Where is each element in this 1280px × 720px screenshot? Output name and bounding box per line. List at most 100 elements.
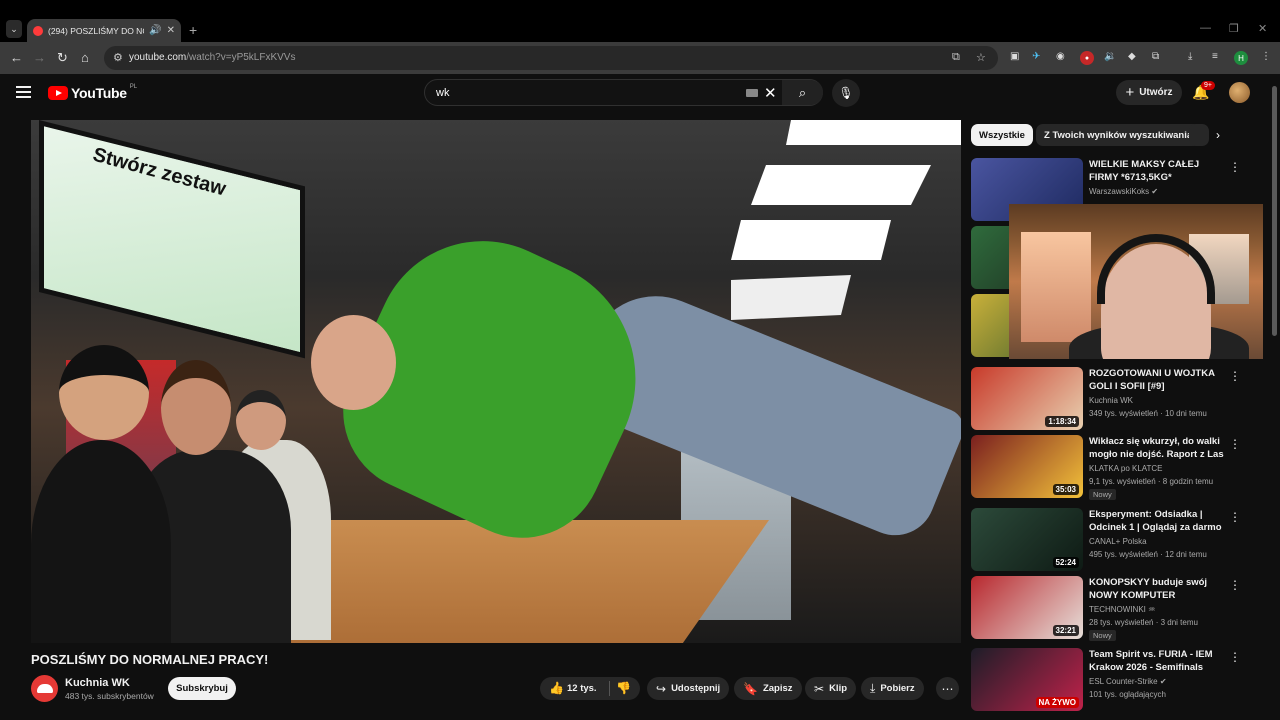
share-button[interactable]: ↪ Udostępnij <box>647 677 730 700</box>
shield-extension-icon[interactable]: ◉ <box>1056 51 1065 62</box>
chip-from-search[interactable]: Z Twoich wyników wyszukiwania <box>1036 124 1201 146</box>
channel-name[interactable]: Kuchnia WK <box>65 677 130 689</box>
home-icon[interactable]: ⌂ <box>81 50 89 65</box>
sound-extension-icon[interactable]: 🔉 <box>1104 51 1116 62</box>
recommendation-title[interactable]: WIELKIE MAKSY CAŁEJ FIRMY *6713,5KG* <box>1089 158 1231 184</box>
recommendation-title[interactable]: Team Spirit vs. FURIA - IEM Krakow 2026 … <box>1089 648 1231 674</box>
url-bar[interactable]: ⚙ youtube.com/watch?v=yP5kLFxKVVs ⧉ ☆ <box>104 46 998 70</box>
recommendation-channel[interactable]: ESL Counter-Strike ✔ <box>1089 677 1167 686</box>
channel-name-text: Kuchnia WK <box>1089 396 1134 405</box>
recommendation-channel[interactable]: WarszawskiKoks ✔ <box>1089 187 1158 196</box>
person-head <box>311 315 396 410</box>
dislike-icon[interactable]: 👎 <box>616 681 631 695</box>
diamond-extension-icon[interactable]: ◆ <box>1128 51 1136 62</box>
forward-icon[interactable]: → <box>33 50 46 65</box>
more-actions-icon[interactable]: ⋯ <box>936 677 959 700</box>
video-thumbnail[interactable]: 1:18:34 <box>971 367 1083 430</box>
chip-all[interactable]: Wszystkie <box>971 124 1033 146</box>
voice-search-button[interactable]: 🎙 <box>832 79 860 107</box>
video-thumbnail[interactable]: 32:21 <box>971 576 1083 639</box>
site-info-icon[interactable]: ⚙ <box>113 51 123 64</box>
video-player[interactable]: Stwórz zestaw <box>31 120 961 643</box>
maximize-icon[interactable]: ❐ <box>1229 22 1239 35</box>
recommendation-item[interactable]: NA ŻYWO Team Spirit vs. FURIA - IEM Krako… <box>971 648 1261 712</box>
translate-extension-icon[interactable]: ✈ <box>1032 51 1040 62</box>
keyboard-icon[interactable] <box>746 89 758 97</box>
recommendation-item[interactable]: 32:21 KONOPSKYY buduje swój NOWY KOMPUTER… <box>971 576 1261 641</box>
recommendation-meta: 9,1 tys. wyświetleń · 8 godzin temu <box>1089 477 1214 486</box>
duration-badge: 32:21 <box>1052 625 1079 636</box>
kebab-menu-icon[interactable]: ⋮ <box>1229 437 1241 451</box>
minimize-icon[interactable]: — <box>1200 22 1211 34</box>
save-button[interactable]: 🔖 Zapisz <box>734 677 802 700</box>
webcam-window-left <box>1021 232 1091 342</box>
kebab-menu-icon[interactable]: ⋮ <box>1229 160 1241 174</box>
recommendation-item[interactable]: 52:24 Eksperyment: Odsiadka | Odcinek 1 |… <box>971 508 1261 572</box>
video-thumbnail[interactable]: 35:03 <box>971 435 1083 498</box>
like-count[interactable]: 12 tys. <box>567 683 597 694</box>
channel-avatar[interactable] <box>31 675 58 702</box>
close-window-icon[interactable]: ✕ <box>1258 22 1267 35</box>
url-text: youtube.com/watch?v=yP5kLFxKVVs <box>129 52 296 63</box>
logo-text: YouTube <box>71 85 127 101</box>
extensions-puzzle-icon[interactable]: ⧉ <box>1152 51 1159 62</box>
youtube-logo[interactable]: YouTube PL <box>48 84 137 101</box>
extension-icon[interactable]: ▣ <box>1010 51 1019 62</box>
adblock-extension-icon[interactable]: ● <box>1080 51 1094 65</box>
subscribe-button[interactable]: Subskrybuj <box>168 677 236 700</box>
browser-menu-icon[interactable]: ⋮ <box>1261 51 1271 62</box>
downloads-icon[interactable]: ⤓ <box>1188 51 1192 62</box>
bookmark-star-icon[interactable]: ☆ <box>976 51 986 64</box>
bystander-1-head <box>59 345 149 440</box>
save-label: Zapisz <box>762 683 793 694</box>
download-icon: ⤓ <box>870 681 876 695</box>
recommendation-meta: 101 tys. oglądających <box>1089 690 1166 699</box>
install-app-icon[interactable]: ⧉ <box>952 51 960 64</box>
recommendation-item[interactable]: 1:18:34 ROZGOTOWANI U WOJTKA GOLI I SOFII… <box>971 367 1261 431</box>
bookmark-icon: 🔖 <box>743 681 758 696</box>
profile-avatar-icon[interactable]: H <box>1234 51 1248 65</box>
back-icon[interactable]: ← <box>10 50 23 65</box>
reload-icon[interactable]: ↻ <box>57 50 68 66</box>
kebab-menu-icon[interactable]: ⋮ <box>1229 578 1241 592</box>
recommendation-item[interactable]: 35:03 Wikłacz się wkurzył, do walki mogło… <box>971 435 1261 500</box>
recommendation-channel[interactable]: TECHNOWINKI ♒ <box>1089 605 1155 614</box>
video-thumbnail[interactable]: NA ŻYWO <box>971 648 1083 711</box>
download-label: Pobierz <box>880 683 915 694</box>
tab-audio-icon[interactable]: 🔊 <box>149 25 161 36</box>
notifications-button[interactable]: 🔔 9+ <box>1192 81 1215 101</box>
recommendation-channel[interactable]: KLATKA po KLATCE <box>1089 464 1163 473</box>
tab-close-icon[interactable]: ✕ <box>167 25 175 36</box>
recommendation-title[interactable]: Wikłacz się wkurzył, do walki mogło nie … <box>1089 435 1231 462</box>
tab-search-icon[interactable]: ⌄ <box>6 20 22 38</box>
webcam-overlay <box>1009 204 1263 359</box>
like-icon[interactable]: 👍 <box>549 681 564 695</box>
recommendation-title[interactable]: ROZGOTOWANI U WOJTKA GOLI I SOFII [#9] <box>1089 367 1231 393</box>
channel-name-text: KLATKA po KLATCE <box>1089 464 1163 473</box>
browser-tab[interactable]: (294) POSZLIŚMY DO NORM 🔊 ✕ <box>27 19 181 42</box>
chip-more[interactable] <box>1189 124 1209 146</box>
account-avatar[interactable] <box>1229 82 1250 103</box>
kebab-menu-icon[interactable]: ⋮ <box>1229 650 1241 664</box>
create-button[interactable]: + Utwórz <box>1116 80 1182 105</box>
video-thumbnail[interactable]: 52:24 <box>971 508 1083 571</box>
search-input[interactable]: wk <box>436 87 449 99</box>
chevron-right-icon[interactable]: › <box>1216 128 1220 142</box>
recommendation-channel[interactable]: CANAL+ Polska <box>1089 537 1147 546</box>
recommendation-channel[interactable]: Kuchnia WK <box>1089 396 1133 405</box>
kebab-menu-icon[interactable]: ⋮ <box>1229 369 1241 383</box>
clip-button[interactable]: ✂ Klip <box>805 677 857 700</box>
search-button[interactable]: ⌕ <box>782 80 823 105</box>
verified-icon: ✔ <box>1157 677 1167 686</box>
page-scrollbar[interactable] <box>1272 86 1277 336</box>
recommendation-title[interactable]: Eksperyment: Odsiadka | Odcinek 1 | Oglą… <box>1089 508 1231 534</box>
download-button[interactable]: ⤓ Pobierz <box>861 677 924 700</box>
new-badge: Nowy <box>1089 489 1116 500</box>
recommendation-title[interactable]: KONOPSKYY buduje swój NOWY KOMPUTER <box>1089 576 1231 602</box>
kebab-menu-icon[interactable]: ⋮ <box>1229 510 1241 524</box>
reading-list-icon[interactable]: ≡ <box>1212 51 1218 62</box>
notification-badge: 9+ <box>1201 81 1215 90</box>
guide-menu-icon[interactable] <box>16 86 31 98</box>
clear-search-icon[interactable]: ✕ <box>764 84 777 102</box>
new-tab-icon[interactable]: + <box>189 22 197 38</box>
